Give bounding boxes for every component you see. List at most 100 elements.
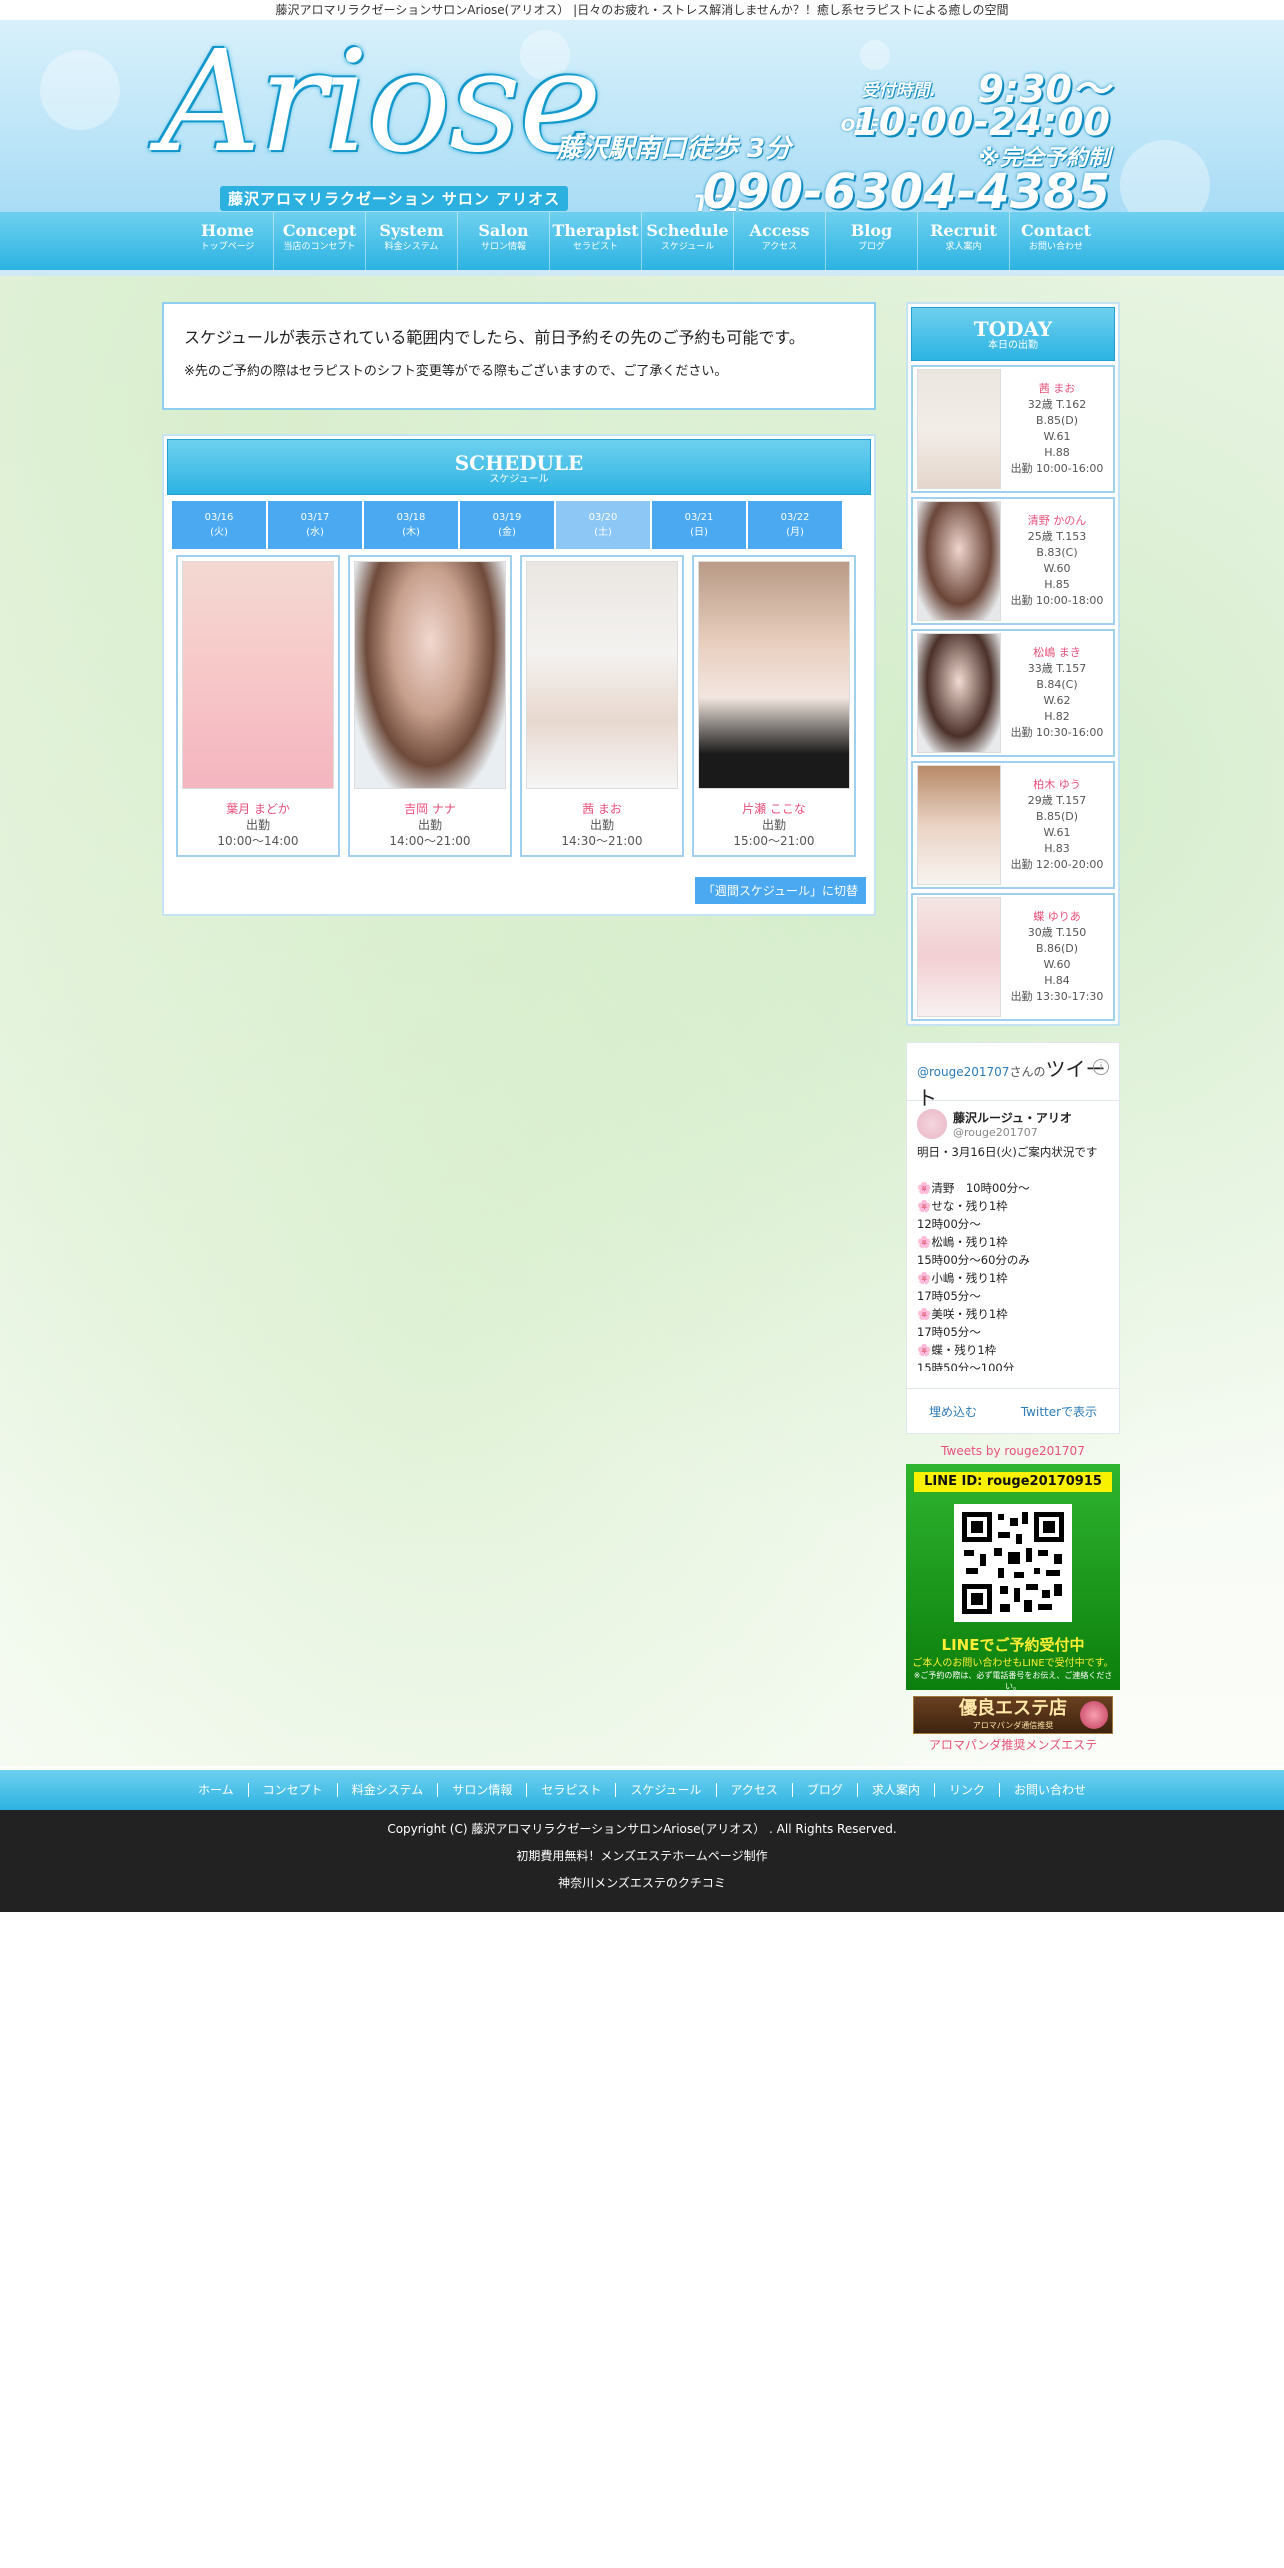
footer-nav-link[interactable]: リンク <box>935 1783 1000 1797</box>
today-name[interactable]: 柏木 ゆう <box>1001 777 1113 793</box>
today-therapist[interactable]: 茜 まお 32歳 T.162 B.85(D) W.61 H.88 出勤 10:00-16:… <box>911 365 1115 493</box>
day-tab[interactable]: 03/16 (火) <box>172 501 266 549</box>
today-photo[interactable] <box>917 369 1001 489</box>
line-headline: LINEでご予約受付中 <box>941 1636 1085 1654</box>
today-photo[interactable] <box>917 501 1001 621</box>
nav-home[interactable]: Home トップページ <box>182 212 274 270</box>
today-bust: B.84(C) <box>1036 678 1078 691</box>
avatar[interactable] <box>917 1109 947 1139</box>
today-bust: B.85(D) <box>1035 414 1079 427</box>
therapist-time: 14:00～21:00 <box>389 834 471 848</box>
footer-nav-salon[interactable]: サロン情報 <box>438 1783 528 1797</box>
site-logo[interactable]: Ariose <box>160 28 602 178</box>
today-bust: B.86(D) <box>1035 942 1079 955</box>
tweets-by-link[interactable]: Tweets by rouge201707 <box>906 1444 1120 1458</box>
nav-blog[interactable]: Blog ブログ <box>826 212 918 270</box>
nav-label: Contact <box>1021 221 1091 240</box>
today-shift: 出勤 13:30-17:30 <box>1010 990 1104 1003</box>
nav-access[interactable]: Access アクセス <box>734 212 826 270</box>
nav-concept[interactable]: Concept 当店のコンセプト <box>274 212 366 270</box>
today-hip: H.85 <box>1044 578 1070 591</box>
footer-nav-concept[interactable]: コンセプト <box>249 1783 338 1797</box>
therapist-name[interactable]: 吉岡 ナナ <box>350 801 510 817</box>
info-icon[interactable]: i <box>1093 1059 1109 1075</box>
main-nav: Home トップページ Concept 当店のコンセプト System 料金システム … <box>0 212 1284 276</box>
nav-therapist[interactable]: Therapist セラピスト <box>550 212 642 270</box>
therapist-name[interactable]: 片瀬 ここな <box>694 801 854 817</box>
twitter-account-link[interactable]: @rouge201707 <box>917 1065 1009 1079</box>
today-therapist[interactable]: 蝶 ゆりあ 30歳 T.150 B.86(D) W.60 H.84 出勤 13:30-17… <box>911 893 1115 1021</box>
today-photo[interactable] <box>917 897 1001 1017</box>
line-banner[interactable]: LINE ID: rouge20170915 LINEでご予約受付中 ご本人のお… <box>906 1464 1120 1691</box>
today-shift: 出勤 10:00-16:00 <box>1010 462 1104 475</box>
therapist-name[interactable]: 葉月 まどか <box>178 801 338 817</box>
today-age: 29歳 T.157 <box>1027 794 1087 807</box>
weekly-schedule-button[interactable]: 「週間スケジュール」に切替 <box>694 877 866 904</box>
therapist-card[interactable]: 吉岡 ナナ 出勤 14:00～21:00 <box>348 555 512 857</box>
therapist-photo[interactable] <box>698 561 850 789</box>
footer-nav: ホーム コンセプト 料金システム サロン情報 セラピスト スケジュール アクセス… <box>0 1770 1284 1810</box>
today-photo[interactable] <box>917 765 1001 885</box>
therapist-name[interactable]: 茜 まお <box>522 801 682 817</box>
today-name[interactable]: 清野 かのん <box>1001 513 1113 529</box>
footer-nav-access[interactable]: アクセス <box>717 1783 793 1797</box>
phone-number[interactable]: 090-6304-4385 <box>703 164 1110 212</box>
nav-system[interactable]: System 料金システム <box>366 212 458 270</box>
embed-link[interactable]: 埋め込む <box>929 1403 977 1420</box>
nav-schedule[interactable]: Schedule スケジュール <box>642 212 734 270</box>
day-tab[interactable]: 03/18 (木) <box>364 501 458 549</box>
today-waist: W.60 <box>1043 958 1071 971</box>
nav-label: Blog <box>850 221 893 240</box>
schedule-header: SCHEDULE スケジュール <box>167 439 871 495</box>
day-tab[interactable]: 03/19 (金) <box>460 501 554 549</box>
station-info: 藤沢駅南口徒歩 3分 <box>556 134 792 164</box>
nav-sublabel: 求人案内 <box>945 242 982 252</box>
today-header: TODAY 本日の出勤 <box>911 307 1115 361</box>
footer-link-homepage[interactable]: 初期費用無料！メンズエステホームページ制作 <box>0 1843 1284 1870</box>
view-on-twitter-link[interactable]: Twitterで表示 <box>1021 1403 1097 1420</box>
therapist-photo[interactable] <box>526 561 678 789</box>
nav-recruit[interactable]: Recruit 求人案内 <box>918 212 1010 270</box>
tweet-author[interactable]: 藤沢ルージュ・アリオ @rouge201707 <box>907 1101 1119 1143</box>
footer-nav-schedule[interactable]: スケジュール <box>616 1783 717 1797</box>
footer-nav-contact[interactable]: お問い合わせ <box>1000 1783 1100 1797</box>
therapist-photo[interactable] <box>354 561 506 789</box>
today-age: 30歳 T.150 <box>1027 926 1087 939</box>
today-therapist[interactable]: 松嶋 まき 33歳 T.157 B.84(C) W.62 H.82 出勤 10:30-16… <box>911 629 1115 757</box>
today-age: 33歳 T.157 <box>1027 662 1087 675</box>
day-tab-active[interactable]: 03/20 (土) <box>556 501 650 549</box>
today-panel: TODAY 本日の出勤 茜 まお 32歳 T.162 B.85(D) W.61 H.88… <box>906 302 1120 1026</box>
day-tab[interactable]: 03/22 (月) <box>748 501 842 549</box>
nav-salon[interactable]: Salon サロン情報 <box>458 212 550 270</box>
qr-code-icon <box>954 1504 1072 1622</box>
banner-caption-link[interactable]: アロマパンダ推奨メンズエステ <box>906 1736 1120 1753</box>
footer-nav-blog[interactable]: ブログ <box>793 1783 858 1797</box>
day-weekday: (木) <box>402 527 420 538</box>
footer-link-kuchikomi[interactable]: 神奈川メンズエステのクチコミ <box>0 1870 1284 1897</box>
nav-sublabel: トップページ <box>200 242 255 252</box>
footer-nav-system[interactable]: 料金システム <box>338 1783 439 1797</box>
today-name[interactable]: 茜 まお <box>1001 381 1113 397</box>
reception-label: 受付時間. <box>861 81 936 101</box>
therapist-card[interactable]: 片瀬 ここな 出勤 15:00～21:00 <box>692 555 856 857</box>
today-waist: W.62 <box>1043 694 1071 707</box>
today-photo[interactable] <box>917 633 1001 753</box>
nav-contact[interactable]: Contact お問い合わせ <box>1010 212 1102 270</box>
footer-nav-recruit[interactable]: 求人案内 <box>858 1783 935 1797</box>
today-therapist[interactable]: 清野 かのん 25歳 T.153 B.83(C) W.60 H.85 出勤 10:00-1… <box>911 497 1115 625</box>
day-tab[interactable]: 03/17 (水) <box>268 501 362 549</box>
today-name[interactable]: 松嶋 まき <box>1001 645 1113 661</box>
therapist-card[interactable]: 茜 まお 出勤 14:30～21:00 <box>520 555 684 857</box>
site-footer: Copyright (C) 藤沢アロマリラクゼーションサロンAriose(アリオ… <box>0 1810 1284 1912</box>
aroma-panda-banner[interactable]: 優良エステ店 アロマパンダ通信推奨 <box>913 1696 1113 1734</box>
today-name[interactable]: 蝶 ゆりあ <box>1001 909 1113 925</box>
today-therapist[interactable]: 柏木 ゆう 29歳 T.157 B.85(D) W.61 H.83 出勤 12:00-20… <box>911 761 1115 889</box>
therapist-card[interactable]: 葉月 まどか 出勤 10:00～14:00 <box>176 555 340 857</box>
day-tab[interactable]: 03/21 (日) <box>652 501 746 549</box>
footer-nav-home[interactable]: ホーム <box>184 1783 249 1797</box>
footer-nav-therapist[interactable]: セラピスト <box>527 1783 617 1797</box>
today-age: 32歳 T.162 <box>1027 398 1087 411</box>
nav-sublabel: 当店のコンセプト <box>283 242 356 252</box>
open-hours: 10:00-24:00 <box>852 100 1110 144</box>
therapist-photo[interactable] <box>182 561 334 789</box>
